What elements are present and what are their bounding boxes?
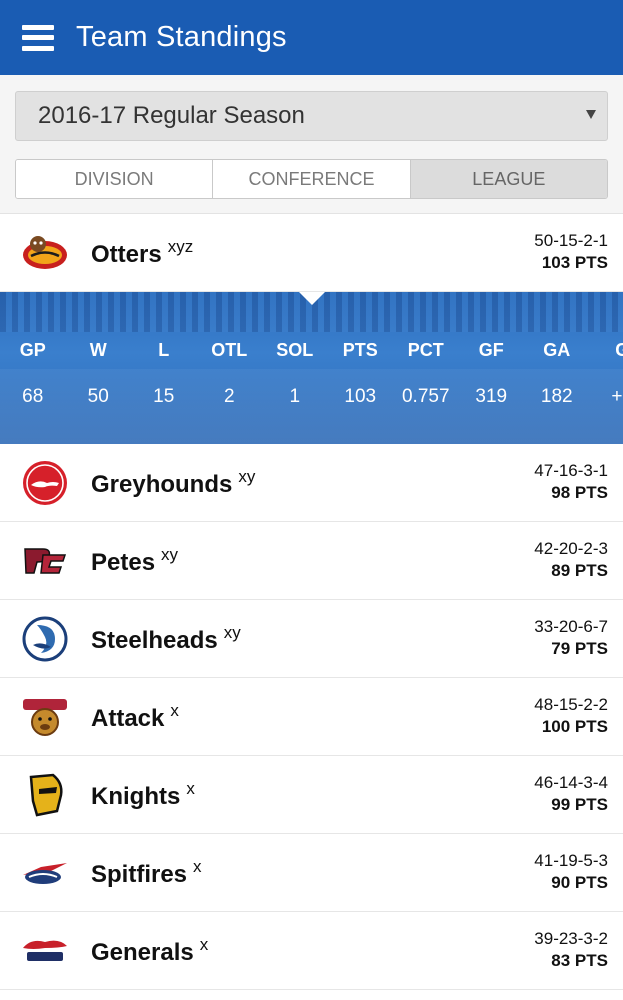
team-name: Petes xy — [91, 544, 179, 576]
team-row-greyhounds[interactable]: Greyhounds xy 47-16-3-1 98 PTS — [0, 444, 623, 522]
steelheads-logo — [21, 615, 69, 663]
team-row-otters[interactable]: Otters xyz 50-15-2-1 103 PTS — [0, 214, 623, 292]
dropdown-arrow-icon — [586, 110, 596, 119]
stat-pct: PCT 0.757 — [401, 340, 450, 407]
stat-gf: GF 319 — [475, 340, 508, 407]
clinch-indicator: x — [170, 700, 179, 720]
stat-ga: GA 182 — [540, 340, 573, 407]
stat-l: L 15 — [153, 340, 175, 407]
team-row-steelheads[interactable]: Steelheads xy 33-20-6-7 79 PTS — [0, 600, 623, 678]
page-title: Team Standings — [76, 21, 287, 53]
team-name: Spitfires x — [91, 856, 202, 888]
stat-w: W 50 — [87, 340, 109, 407]
panel-pointer — [299, 292, 325, 305]
clinch-indicator: xy — [238, 466, 256, 486]
team-record: 48-15-2-2 100 PTS — [534, 695, 608, 736]
team-name: Generals x — [91, 934, 209, 966]
clinch-indicator: x — [193, 856, 202, 876]
app-bar: Team Standings — [0, 0, 623, 75]
generals-logo — [21, 927, 69, 975]
team-record: 42-20-2-3 89 PTS — [534, 539, 608, 580]
team-record: 33-20-6-7 79 PTS — [534, 617, 608, 658]
team-row-knights[interactable]: Knights x 46-14-3-4 99 PTS — [0, 756, 623, 834]
team-name: Greyhounds xy — [91, 466, 256, 498]
clinch-indicator: x — [199, 934, 209, 954]
otters-logo — [21, 229, 69, 277]
hamburger-menu-icon[interactable] — [22, 24, 54, 51]
team-stats-panel: GP 68 W 50 L 15 OTL 2 SOL 1 PTS 103 PCT 0.757 G… — [0, 292, 623, 444]
team-name: Otters xyz — [91, 236, 194, 268]
team-record: 41-19-5-3 90 PTS — [534, 851, 608, 892]
stat-gp: GP 68 — [19, 340, 46, 407]
team-record: 39-23-3-2 83 PTS — [534, 929, 608, 970]
season-select[interactable]: 2016-17 Regular Season — [15, 91, 608, 141]
filters: 2016-17 Regular Season DIVISION CONFEREN… — [0, 75, 623, 214]
stat-sol: SOL 1 — [276, 340, 314, 407]
stat-diff: G+1 — [611, 340, 623, 407]
greyhounds-logo — [21, 459, 69, 507]
team-row-generals[interactable]: Generals x 39-23-3-2 83 PTS — [0, 912, 623, 990]
tab-division[interactable]: DIVISION — [16, 160, 214, 198]
petes-logo — [21, 537, 69, 585]
team-record: 50-15-2-1 103 PTS — [534, 231, 608, 272]
team-row-attack[interactable]: Attack x 48-15-2-2 100 PTS — [0, 678, 623, 756]
stat-pts: PTS 103 — [342, 340, 378, 407]
tab-league[interactable]: LEAGUE — [410, 160, 607, 198]
stat-otl: OTL 2 — [211, 340, 248, 407]
season-select-value: 2016-17 Regular Season — [38, 102, 305, 129]
team-record: 47-16-3-1 98 PTS — [534, 461, 608, 502]
team-name: Steelheads xy — [91, 622, 241, 654]
attack-logo — [21, 693, 69, 741]
team-row-spitfires[interactable]: Spitfires x 41-19-5-3 90 PTS — [0, 834, 623, 912]
team-record: 46-14-3-4 99 PTS — [534, 773, 608, 814]
team-name: Attack x — [91, 700, 179, 732]
team-name: Knights x — [91, 778, 195, 810]
standings-scope-tabs: DIVISION CONFERENCE LEAGUE — [15, 159, 608, 199]
clinch-indicator: xy — [161, 544, 179, 564]
tab-conference[interactable]: CONFERENCE — [213, 160, 411, 198]
clinch-indicator: xyz — [167, 236, 194, 256]
clinch-indicator: x — [186, 778, 195, 798]
stats-table: GP 68 W 50 L 15 OTL 2 SOL 1 PTS 103 PCT 0.757 G… — [0, 340, 623, 408]
spitfires-logo — [21, 849, 69, 897]
team-row-petes[interactable]: Petes xy 42-20-2-3 89 PTS — [0, 522, 623, 600]
clinch-indicator: xy — [223, 622, 241, 642]
knights-logo — [21, 771, 69, 819]
